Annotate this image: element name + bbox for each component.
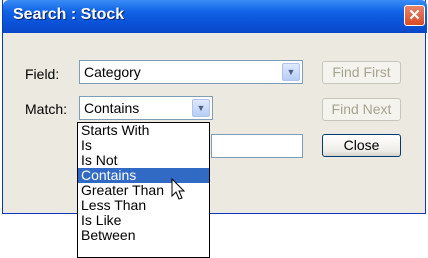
dropdown-option-is-not[interactable]: Is Not [78,153,209,168]
dropdown-option-starts-with[interactable]: Starts With [78,123,209,138]
find-next-button[interactable]: Find Next [322,98,401,121]
dropdown-option-between[interactable]: Between [78,228,209,243]
match-label: Match: [25,101,68,117]
field-label: Field: [25,66,60,82]
dropdown-option-greater-than[interactable]: Greater Than [78,183,209,198]
dropdown-option-is[interactable]: Is [78,138,209,153]
search-text-input[interactable] [211,134,303,158]
match-dropdown-list: Starts With Is Is Not Contains Greater T… [77,122,210,258]
field-select-value: Category [84,64,141,80]
close-window-button[interactable]: ✕ [404,5,425,26]
mouse-pointer-icon [171,178,186,200]
close-button[interactable]: Close [322,134,401,157]
dropdown-option-is-like[interactable]: Is Like [78,213,209,228]
chevron-down-icon[interactable]: ▼ [282,63,300,81]
dropdown-option-contains[interactable]: Contains [78,168,209,183]
chevron-down-icon[interactable]: ▼ [192,99,210,117]
match-select-value: Contains [84,100,140,116]
title-bar[interactable]: Search : Stock ✕ [3,0,427,33]
dropdown-option-less-than[interactable]: Less Than [78,198,209,213]
match-select[interactable]: Contains ▼ [79,96,213,120]
search-dialog: Search : Stock ✕ Field: Category ▼ Match… [2,0,427,214]
window-title: Search : Stock [13,6,125,23]
find-first-button[interactable]: Find First [322,61,401,84]
field-select[interactable]: Category ▼ [79,60,303,84]
close-icon: ✕ [408,7,421,24]
